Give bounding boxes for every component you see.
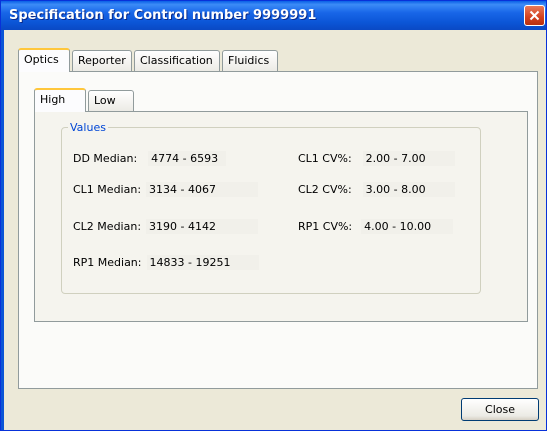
window-title: Specification for Control number 9999991 (9, 8, 317, 23)
tab-label: Reporter (78, 54, 126, 67)
field-value: 14833 - 19251 (146, 254, 259, 270)
field-value: 2.00 - 7.00 (362, 150, 455, 166)
tab-optics[interactable]: Optics (18, 48, 70, 72)
tab-reporter[interactable]: Reporter (72, 50, 132, 71)
cl2-cv-field: CL2 CV%: 3.00 - 8.00 (298, 180, 455, 198)
window-close-button[interactable] (524, 5, 545, 26)
field-value: 3.00 - 8.00 (362, 181, 455, 197)
field-label: CL2 Median: (73, 219, 142, 233)
cl1-cv-field: CL1 CV%: 2.00 - 7.00 (298, 149, 455, 167)
field-label: CL2 CV%: (298, 182, 352, 196)
tab-label: Low (94, 94, 116, 107)
field-label: DD Median: (73, 151, 138, 165)
field-label: RP1 Median: (73, 255, 142, 269)
field-value: 4774 - 6593 (148, 150, 227, 166)
title-bar[interactable]: Specification for Control number 9999991 (1, 1, 546, 30)
field-value: 4.00 - 10.00 (361, 218, 454, 234)
cl2-median-field: CL2 Median: 3190 - 4142 (73, 217, 259, 235)
field-label: CL1 CV%: (298, 151, 352, 165)
field-label: RP1 CV%: (298, 219, 353, 233)
close-icon (529, 10, 540, 21)
tab-label: Classification (140, 54, 213, 67)
tab-fluidics[interactable]: Fluidics (222, 50, 278, 71)
values-group-legend: Values (68, 121, 108, 134)
field-value: 3134 - 4067 (146, 181, 259, 197)
dd-median-field: DD Median: 4774 - 6593 (73, 149, 227, 167)
tab-low[interactable]: Low (88, 90, 134, 111)
tab-high[interactable]: High (34, 88, 86, 112)
cl1-median-field: CL1 Median: 3134 - 4067 (73, 180, 259, 198)
window-frame-left (1, 30, 4, 430)
rp1-median-field: RP1 Median: 14833 - 19251 (73, 253, 259, 271)
rp1-cv-field: RP1 CV%: 4.00 - 10.00 (298, 217, 454, 235)
close-button[interactable]: Close (461, 398, 539, 421)
tab-label: High (40, 93, 66, 106)
tab-label: Optics (24, 53, 59, 66)
field-value: 3190 - 4142 (146, 218, 259, 234)
tab-classification[interactable]: Classification (134, 50, 220, 71)
field-label: CL1 Median: (73, 182, 142, 196)
tab-label: Fluidics (228, 54, 270, 67)
